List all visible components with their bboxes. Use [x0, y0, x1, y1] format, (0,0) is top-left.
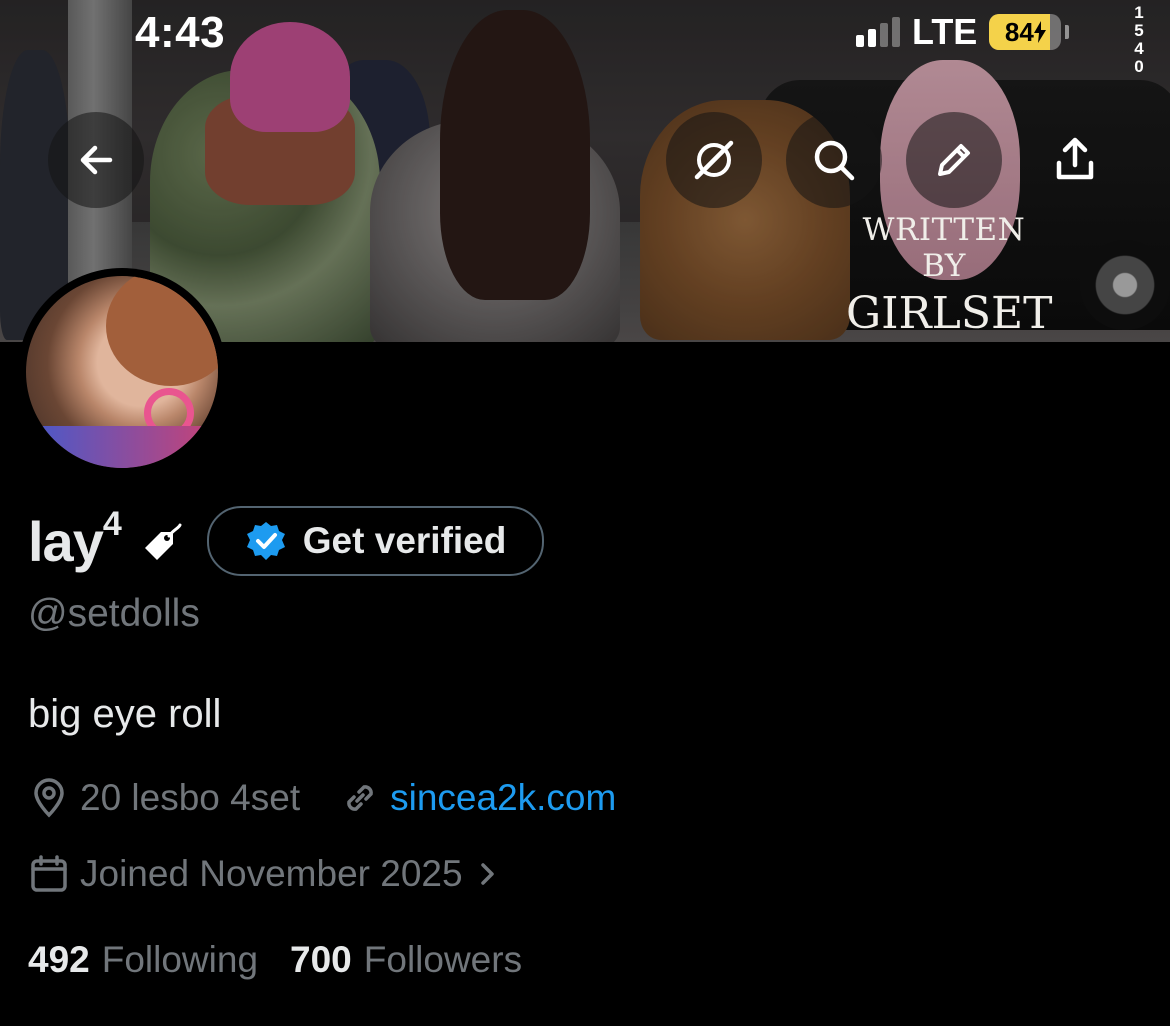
- location-text: 20 lesbo 4set: [80, 777, 301, 818]
- battery-icon: 84: [989, 14, 1062, 50]
- watermark-line2: GIRLSET: [846, 288, 1053, 339]
- user-bio: big eye roll: [28, 692, 222, 736]
- website-item[interactable]: sincea2k.com: [340, 777, 616, 819]
- location-pin-icon: [34, 778, 64, 818]
- search-button[interactable]: [786, 112, 882, 208]
- calendar-icon: [31, 855, 67, 892]
- share-button[interactable]: [1040, 124, 1110, 194]
- chevron-right-icon: [480, 863, 494, 885]
- status-indicators: LTE 84: [856, 11, 1070, 52]
- get-verified-label: Get verified: [302, 520, 507, 561]
- battery-tip: [1065, 25, 1070, 39]
- profile-meta: 20 lesbo 4set sincea2k.com: [28, 774, 616, 822]
- joined-row[interactable]: Joined November 2025: [28, 850, 501, 898]
- location-item: 20 lesbo 4set: [28, 777, 300, 819]
- grok-button[interactable]: [666, 112, 762, 208]
- floor-sign: 1 5 4 0: [1124, 4, 1154, 76]
- avatar-shirt: [26, 426, 218, 468]
- arrow-left-icon: [80, 145, 113, 175]
- get-verified-button[interactable]: Get verified: [206, 506, 545, 576]
- following-stat[interactable]: 492 Following: [28, 939, 258, 981]
- floor-sign-digit: 1: [1134, 3, 1144, 22]
- name-row: lay4 Get verified: [28, 504, 545, 576]
- link-icon: [347, 785, 373, 811]
- network-type: LTE: [912, 11, 978, 52]
- avatar-hair: [106, 276, 218, 386]
- floor-sign-digit: 4: [1134, 39, 1144, 58]
- cellular-signal-icon: [856, 17, 900, 47]
- following-count: 492: [28, 939, 90, 980]
- avatar-image: [26, 276, 218, 468]
- tag-icon: [144, 523, 182, 560]
- following-label: Following: [101, 939, 259, 980]
- followers-label: Followers: [363, 939, 523, 980]
- share-icon: [1056, 137, 1094, 180]
- verified-badge-icon: [246, 522, 285, 560]
- watermark-line1: WRITTEN BY: [862, 212, 1026, 284]
- battery-level: 84: [989, 17, 1061, 48]
- profile-avatar[interactable]: [18, 268, 226, 476]
- edit-button[interactable]: [906, 112, 1002, 208]
- back-button[interactable]: [48, 112, 144, 208]
- status-time: 4:43: [135, 8, 226, 57]
- display-name: lay4: [28, 504, 122, 573]
- pencil-icon: [938, 144, 970, 176]
- search-icon: [814, 140, 855, 181]
- followers-count: 700: [290, 939, 352, 980]
- joined-text: Joined November 2025: [80, 853, 463, 894]
- floor-sign-digit: 0: [1134, 57, 1144, 76]
- floor-sign-digit: 5: [1134, 21, 1144, 40]
- followers-stat[interactable]: 700 Followers: [290, 939, 522, 981]
- follow-stats: 492 Following 700 Followers: [28, 936, 522, 984]
- website-link[interactable]: sincea2k.com: [390, 777, 616, 819]
- grok-icon: [694, 140, 734, 180]
- display-name-superscript: 4: [102, 504, 122, 543]
- user-handle: @setdolls: [28, 592, 200, 635]
- banner-watermark: WRITTEN BY GIRLSET: [846, 212, 1053, 339]
